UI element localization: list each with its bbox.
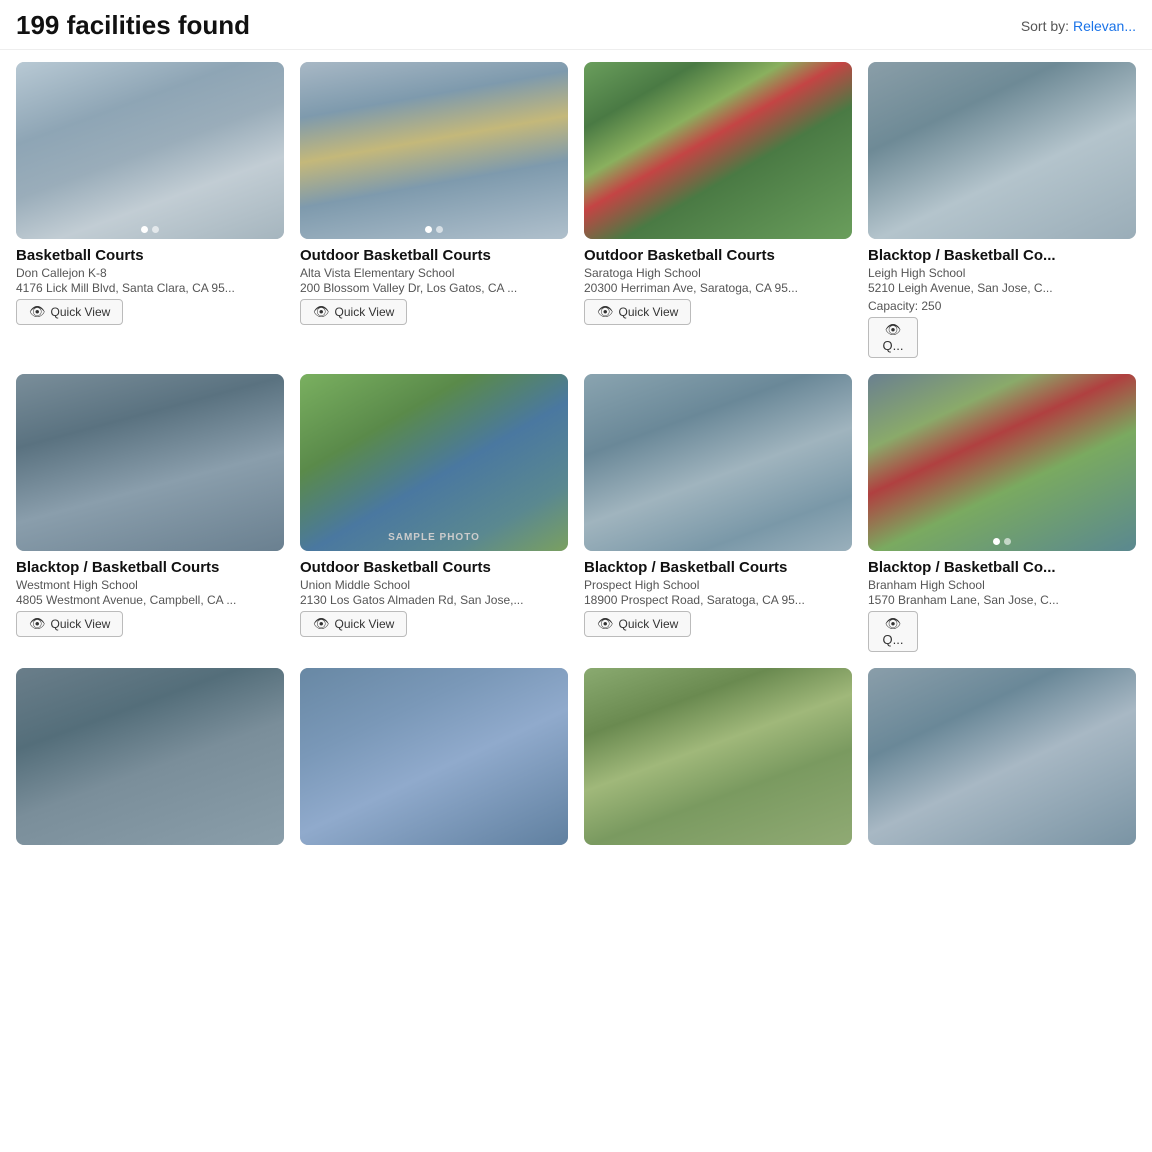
eye-icon: 👁 Q... bbox=[881, 322, 905, 353]
facility-address: 1570 Branham Lane, San Jose, C... bbox=[868, 593, 1136, 607]
facility-card: Blacktop / Basketball Co... Branham High … bbox=[860, 374, 1144, 668]
facility-title: Blacktop / Basketball Courts bbox=[584, 559, 852, 576]
facility-school: Don Callejon K-8 bbox=[16, 266, 284, 280]
facility-card: Outdoor Basketball Courts Saratoga High S… bbox=[576, 62, 860, 374]
eye-icon: 👁 bbox=[29, 616, 46, 632]
facility-card: Blacktop / Basketball Courts Westmont Hig… bbox=[8, 374, 292, 668]
facility-title: Blacktop / Basketball Courts bbox=[16, 559, 284, 576]
facility-card: Basketball Courts Don Callejon K-84176 Li… bbox=[8, 62, 292, 374]
quick-view-button[interactable]: 👁 Quick View bbox=[300, 611, 407, 637]
facility-address: 2130 Los Gatos Almaden Rd, San Jose,... bbox=[300, 593, 568, 607]
quick-view-button[interactable]: 👁 Quick View bbox=[584, 611, 691, 637]
image-dots bbox=[993, 538, 1011, 545]
image-dots bbox=[141, 226, 159, 233]
facility-title: Outdoor Basketball Courts bbox=[584, 247, 852, 264]
facility-card bbox=[860, 668, 1144, 869]
quick-view-label: Quick View bbox=[51, 305, 111, 319]
facility-school: Branham High School bbox=[868, 578, 1136, 592]
facility-card: Outdoor Basketball Courts Alta Vista Elem… bbox=[292, 62, 576, 374]
quick-view-label: Quick View bbox=[51, 617, 111, 631]
dot-indicator bbox=[993, 538, 1000, 545]
sort-by-label: Sort by: Relevan... bbox=[1021, 18, 1136, 34]
eye-icon: 👁 bbox=[313, 616, 330, 632]
facility-school: Prospect High School bbox=[584, 578, 852, 592]
facility-school: Saratoga High School bbox=[584, 266, 852, 280]
facility-card bbox=[576, 668, 860, 869]
facility-school: Westmont High School bbox=[16, 578, 284, 592]
quick-view-button[interactable]: 👁 Quick View bbox=[16, 611, 123, 637]
sort-relevance-link[interactable]: Relevan... bbox=[1073, 18, 1136, 34]
eye-icon: 👁 bbox=[29, 304, 46, 320]
facility-card: Blacktop / Basketball Co... Leigh High Sc… bbox=[860, 62, 1144, 374]
sample-photo-label: SAMPLE PHOTO bbox=[388, 532, 480, 543]
facility-address: 5210 Leigh Avenue, San Jose, C... bbox=[868, 281, 1136, 295]
facility-address: 18900 Prospect Road, Saratoga, CA 95... bbox=[584, 593, 852, 607]
eye-icon: 👁 bbox=[597, 304, 614, 320]
facility-title: Blacktop / Basketball Co... bbox=[868, 559, 1136, 576]
facility-title: Outdoor Basketball Courts bbox=[300, 559, 568, 576]
eye-icon: 👁 Q... bbox=[881, 616, 905, 647]
dot-indicator bbox=[436, 226, 443, 233]
quick-view-button[interactable]: 👁 Quick View bbox=[584, 299, 691, 325]
facility-title: Outdoor Basketball Courts bbox=[300, 247, 568, 264]
quick-view-button[interactable]: 👁 Q... bbox=[868, 317, 918, 358]
facilities-grid: Basketball Courts Don Callejon K-84176 Li… bbox=[0, 50, 1152, 869]
dot-indicator bbox=[425, 226, 432, 233]
facility-card: SAMPLE PHOTO Outdoor Basketball Courts Uni… bbox=[292, 374, 576, 668]
facility-school: Leigh High School bbox=[868, 266, 1136, 280]
image-dots bbox=[425, 226, 443, 233]
facility-card bbox=[292, 668, 576, 869]
quick-view-label: Quick View bbox=[335, 617, 395, 631]
dot-indicator bbox=[141, 226, 148, 233]
facility-card: Blacktop / Basketball Courts Prospect Hig… bbox=[576, 374, 860, 668]
eye-icon: 👁 bbox=[597, 616, 614, 632]
facility-title: Basketball Courts bbox=[16, 247, 284, 264]
eye-icon: 👁 bbox=[313, 304, 330, 320]
facility-address: 20300 Herriman Ave, Saratoga, CA 95... bbox=[584, 281, 852, 295]
quick-view-label: Quick View bbox=[619, 305, 679, 319]
facility-title: Blacktop / Basketball Co... bbox=[868, 247, 1136, 264]
quick-view-button[interactable]: 👁 Q... bbox=[868, 611, 918, 652]
facility-school: Alta Vista Elementary School bbox=[300, 266, 568, 280]
quick-view-label: Quick View bbox=[619, 617, 679, 631]
facility-address: 200 Blossom Valley Dr, Los Gatos, CA ... bbox=[300, 281, 568, 295]
quick-view-button[interactable]: 👁 Quick View bbox=[16, 299, 123, 325]
facility-capacity: Capacity: 250 bbox=[868, 299, 1136, 313]
quick-view-label: Quick View bbox=[335, 305, 395, 319]
dot-indicator bbox=[1004, 538, 1011, 545]
facility-card bbox=[8, 668, 292, 869]
dot-indicator bbox=[152, 226, 159, 233]
facility-address: 4805 Westmont Avenue, Campbell, CA ... bbox=[16, 593, 284, 607]
quick-view-button[interactable]: 👁 Quick View bbox=[300, 299, 407, 325]
facility-address: 4176 Lick Mill Blvd, Santa Clara, CA 95.… bbox=[16, 281, 284, 295]
facility-school: Union Middle School bbox=[300, 578, 568, 592]
results-header: 199 facilities found Sort by: Relevan... bbox=[0, 0, 1152, 50]
results-count: 199 facilities found bbox=[16, 10, 250, 41]
